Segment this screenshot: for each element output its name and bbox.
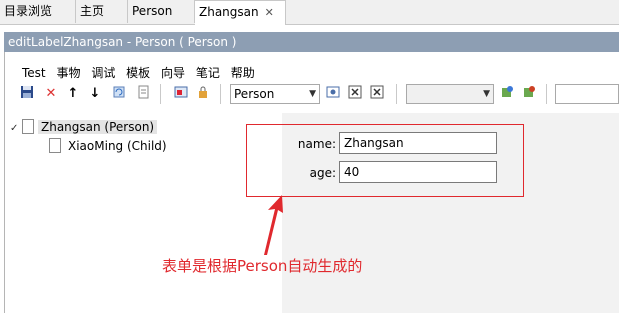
menu-item-transaction[interactable]: 事物 [56, 64, 80, 81]
toolbar-separator [160, 84, 161, 104]
tab-label: Person [132, 4, 173, 18]
name-field[interactable] [339, 132, 497, 154]
arrow-down-icon[interactable]: ↓ [86, 85, 104, 103]
toolbar-separator [220, 84, 221, 104]
tab-person[interactable]: Person [128, 0, 195, 23]
tab-label: 主页 [80, 4, 105, 18]
name-label: name: [297, 137, 336, 151]
tab-home[interactable]: 主页 [76, 0, 128, 23]
tab-directory-browse[interactable]: 目录浏览 [0, 0, 76, 23]
menu-item-wizard[interactable]: 向导 [161, 64, 185, 81]
toolbar-separator [396, 84, 397, 104]
thing-combo-value: Person [234, 87, 275, 101]
arrow-up-icon[interactable]: ↑ [64, 85, 82, 103]
menu-item-notes[interactable]: 笔记 [196, 64, 220, 81]
menu-item-help[interactable]: 帮助 [231, 64, 255, 81]
editor-title-bar: editLabelZhangsan - Person ( Person ) [4, 32, 619, 52]
tree-item-label: XiaoMing (Child) [68, 139, 167, 153]
editor-tab-bar: 目录浏览 主页 Person Zhangsan ✕ [0, 0, 619, 25]
clear-box-icon[interactable] [368, 85, 386, 103]
search-input[interactable] [555, 84, 619, 104]
plugin-remove-icon[interactable] [520, 85, 538, 103]
toolbar: ✕ ↑ ↓ Person ▼ ▼ [18, 84, 619, 106]
annotation-arrow [264, 195, 283, 255]
file-icon [22, 119, 34, 134]
chevron-down-icon: ▼ [309, 89, 316, 99]
tab-label: 目录浏览 [4, 4, 53, 18]
tree-item-zhangsan[interactable]: ✓ Zhangsan (Person) [10, 118, 158, 138]
secondary-combo[interactable]: ▼ [406, 84, 494, 104]
form-icon[interactable] [172, 85, 190, 103]
editor-title: editLabelZhangsan - Person ( Person ) [8, 35, 237, 49]
close-icon[interactable]: ✕ [265, 6, 274, 19]
menu-item-template[interactable]: 模板 [126, 64, 150, 81]
tab-zhangsan[interactable]: Zhangsan ✕ [195, 0, 286, 25]
link-icon[interactable] [324, 85, 342, 103]
remove-box-icon[interactable] [346, 85, 364, 103]
annotation-text: 表单是根据Person自动生成的 [162, 257, 363, 275]
plugin-add-icon[interactable] [498, 85, 516, 103]
thing-combo[interactable]: Person ▼ [230, 84, 320, 104]
chevron-down-icon[interactable]: ✓ [10, 120, 22, 138]
tree-item-label: Zhangsan (Person) [38, 120, 158, 134]
toolbar-separator [546, 84, 547, 104]
delete-icon[interactable]: ✕ [42, 85, 60, 103]
lock-icon[interactable] [194, 85, 212, 103]
file-icon [49, 138, 61, 153]
menu-item-debug[interactable]: 调试 [91, 64, 115, 81]
refresh-icon[interactable] [110, 85, 128, 103]
chevron-down-icon: ▼ [483, 89, 490, 99]
tab-label: Zhangsan [199, 5, 259, 19]
save-icon[interactable] [18, 85, 36, 103]
age-field[interactable] [339, 161, 497, 183]
document-icon[interactable] [134, 85, 152, 103]
menu-bar: Test 事物 调试 模板 向导 笔记 帮助 [22, 64, 262, 80]
menu-item-test[interactable]: Test [22, 66, 46, 80]
age-label: age: [309, 166, 336, 180]
tree-item-xiaoming[interactable]: XiaoMing (Child) [49, 137, 170, 155]
